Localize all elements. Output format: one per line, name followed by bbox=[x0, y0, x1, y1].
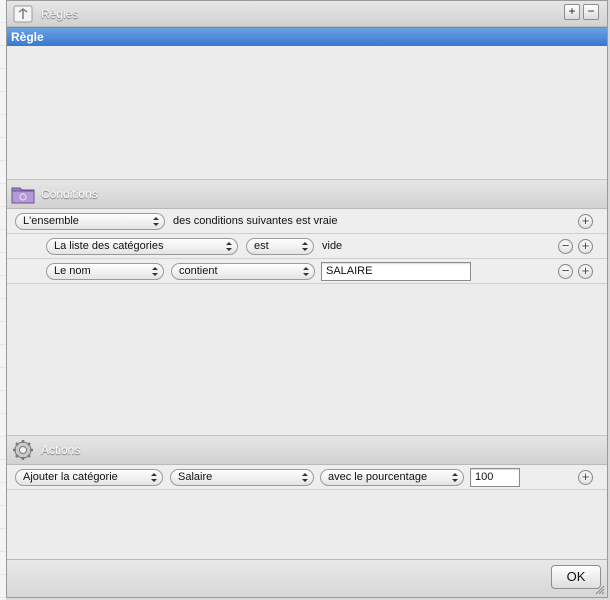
match-type-value: L'ensemble bbox=[23, 215, 79, 227]
condition-row: La liste des catégories est vide − + bbox=[7, 234, 607, 259]
rules-buttons: + − bbox=[564, 4, 599, 20]
condition-field-popup[interactable]: La liste des catégories bbox=[46, 238, 238, 255]
match-type-popup[interactable]: L'ensemble bbox=[15, 213, 165, 230]
folder-icon bbox=[11, 183, 35, 205]
condition-operator-popup[interactable]: contient bbox=[171, 263, 315, 280]
add-condition-button[interactable]: + bbox=[578, 214, 593, 229]
action-mode-popup[interactable]: avec le pourcentage bbox=[320, 469, 464, 486]
action-percentage-field[interactable]: 100 bbox=[470, 468, 520, 487]
condition-operator-value: contient bbox=[179, 265, 218, 277]
add-rule-button[interactable]: + bbox=[564, 4, 580, 20]
condition-operator-popup[interactable]: est bbox=[246, 238, 314, 255]
condition-operator-value: est bbox=[254, 240, 269, 252]
popup-arrows-icon bbox=[452, 473, 458, 482]
conditions-header: Conditions bbox=[7, 179, 607, 209]
condition-field-popup[interactable]: Le nom bbox=[46, 263, 164, 280]
condition-field-value: La liste des catégories bbox=[54, 240, 164, 252]
ok-button[interactable]: OK bbox=[551, 565, 601, 589]
actions-area: Ajouter la catégorie Salaire avec le pou… bbox=[7, 465, 607, 561]
actions-header: Actions bbox=[7, 435, 607, 465]
popup-arrows-icon bbox=[153, 217, 159, 226]
footer-bar: OK bbox=[7, 559, 607, 597]
popup-arrows-icon bbox=[302, 242, 308, 251]
condition-value-field[interactable]: SALAIRE bbox=[321, 262, 471, 281]
popup-arrows-icon bbox=[302, 473, 308, 482]
add-condition-button[interactable]: + bbox=[578, 264, 593, 279]
rule-item[interactable]: Règle bbox=[7, 27, 607, 46]
popup-arrows-icon bbox=[226, 242, 232, 251]
resize-grip-icon[interactable] bbox=[595, 585, 605, 595]
rules-title: Règles bbox=[41, 6, 79, 21]
condition-field-value: Le nom bbox=[54, 265, 91, 277]
remove-condition-button[interactable]: − bbox=[558, 264, 573, 279]
condition-match-row: L'ensemble des conditions suivantes est … bbox=[7, 209, 607, 234]
popup-arrows-icon bbox=[151, 473, 157, 482]
conditions-area: L'ensemble des conditions suivantes est … bbox=[7, 209, 607, 435]
add-action-button[interactable]: + bbox=[578, 470, 593, 485]
condition-row: Le nom contient SALAIRE − + bbox=[7, 259, 607, 284]
rules-icon bbox=[11, 3, 35, 25]
popup-arrows-icon bbox=[152, 267, 158, 276]
actions-title: Actions bbox=[41, 443, 81, 457]
action-type-popup[interactable]: Ajouter la catégorie bbox=[15, 469, 163, 486]
add-condition-button[interactable]: + bbox=[578, 239, 593, 254]
action-category-popup[interactable]: Salaire bbox=[170, 469, 314, 486]
remove-condition-button[interactable]: − bbox=[558, 239, 573, 254]
action-row: Ajouter la catégorie Salaire avec le pou… bbox=[7, 465, 607, 490]
match-description: des conditions suivantes est vraie bbox=[173, 215, 338, 227]
action-category-value: Salaire bbox=[178, 471, 213, 483]
popup-arrows-icon bbox=[303, 267, 309, 276]
conditions-title: Conditions bbox=[41, 187, 98, 201]
action-type-value: Ajouter la catégorie bbox=[23, 471, 118, 483]
rules-header: Règles + − bbox=[7, 1, 607, 27]
action-mode-value: avec le pourcentage bbox=[328, 471, 428, 483]
rules-panel: Règles + − Règle Conditions L'ensemble d… bbox=[6, 0, 608, 598]
gear-icon bbox=[11, 439, 35, 461]
rules-list: Règle bbox=[7, 27, 607, 179]
remove-rule-button[interactable]: − bbox=[583, 4, 599, 20]
condition-value-text: vide bbox=[322, 240, 343, 252]
